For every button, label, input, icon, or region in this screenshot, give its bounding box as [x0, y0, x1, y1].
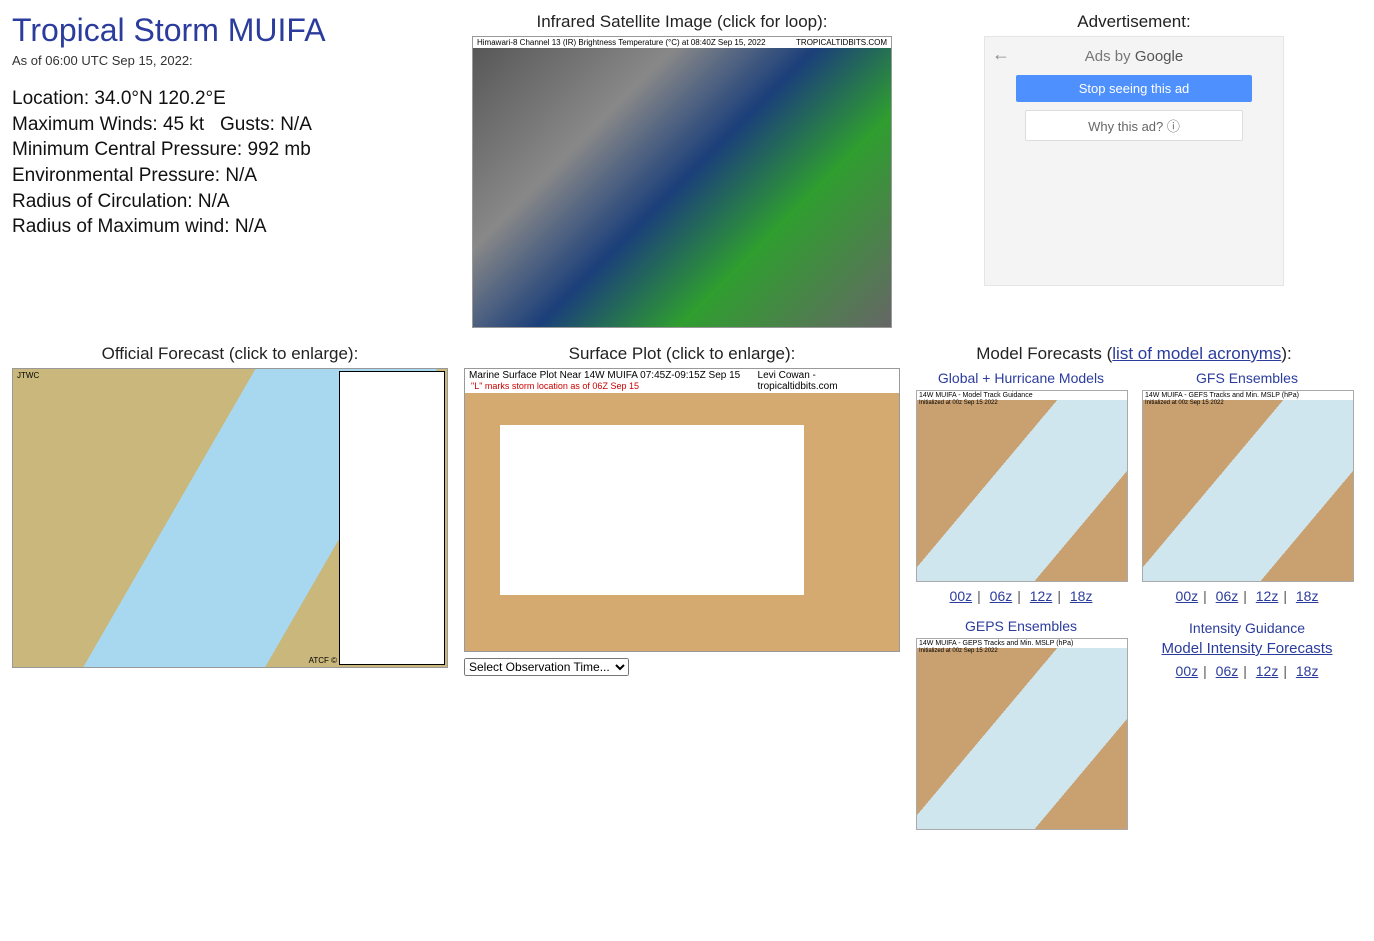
global-models-image[interactable]: 14W MUIFA - Model Track Guidance Initial… [916, 390, 1128, 582]
mf-suffix: ): [1281, 344, 1291, 363]
surface-sea [500, 425, 804, 594]
location-label: Location: [12, 88, 89, 109]
model-acronyms-link[interactable]: list of model acronyms [1112, 344, 1281, 363]
mincp-label: Minimum Central Pressure: [12, 139, 242, 160]
mf-prefix: Model Forecasts ( [976, 344, 1112, 363]
surface-sub: "L" marks storm location as of 06Z Sep 1… [469, 381, 641, 391]
surface-plot-image[interactable]: Marine Surface Plot Near 14W MUIFA 07:45… [464, 368, 900, 652]
rmw-value: N/A [235, 216, 267, 237]
gfs-run-00z[interactable]: 00z [1176, 588, 1199, 604]
intensity-run-12z[interactable]: 12z [1256, 663, 1279, 679]
page-title: Tropical Storm MUIFA [12, 12, 448, 49]
gfs-cap: 14W MUIFA - GEFS Tracks and Min. MSLP (h… [1145, 392, 1299, 399]
ad-header-brand: Google [1135, 48, 1183, 65]
global-models-title: Global + Hurricane Models [916, 370, 1126, 386]
roc-value: N/A [198, 191, 230, 212]
stop-seeing-ad-button[interactable]: Stop seeing this ad [1016, 75, 1252, 102]
intensity-run-06z[interactable]: 06z [1216, 663, 1239, 679]
storm-info-panel: Tropical Storm MUIFA As of 06:00 UTC Sep… [12, 12, 448, 328]
surface-caption-right: Levi Cowan - tropicaltidbits.com [758, 370, 895, 392]
global-run-06z[interactable]: 06z [990, 588, 1013, 604]
stats-block: Location: 34.0°N 120.2°E Maximum Winds: … [12, 86, 448, 240]
satellite-panel: Infrared Satellite Image (click for loop… [464, 12, 900, 328]
gfs-run-12z[interactable]: 12z [1256, 588, 1279, 604]
intensity-run-00z[interactable]: 00z [1176, 663, 1199, 679]
gfs-ensembles-image[interactable]: 14W MUIFA - GEFS Tracks and Min. MSLP (h… [1142, 390, 1354, 582]
maxwind-value: 45 kt [163, 114, 204, 135]
gfs-runs: 00z| 06z| 12z| 18z [1142, 588, 1352, 604]
global-cap: 14W MUIFA - Model Track Guidance [919, 392, 1033, 399]
gfs-run-06z[interactable]: 06z [1216, 588, 1239, 604]
ad-header: Ads by Google [984, 36, 1284, 65]
gfs-cap-sub: Initialized at 00z Sep 15 2022 [1145, 400, 1224, 406]
satellite-caption: Himawari-8 Channel 13 (IR) Brightness Te… [477, 38, 766, 47]
roc-label: Radius of Circulation: [12, 191, 193, 212]
official-forecast-panel: Official Forecast (click to enlarge): JT… [12, 344, 448, 830]
gusts-label: Gusts: [220, 114, 275, 135]
model-forecasts-title: Model Forecasts (list of model acronyms)… [916, 344, 1352, 364]
satellite-title: Infrared Satellite Image (click for loop… [464, 12, 900, 32]
geps-cap: 14W MUIFA - GEPS Tracks and Min. MSLP (h… [919, 640, 1073, 647]
why-this-ad-button[interactable]: Why this ad? ⓘ [1025, 110, 1243, 141]
ad-title: Advertisement: [916, 12, 1352, 32]
jtwc-text-box [339, 371, 445, 665]
gfs-ensembles-title: GFS Ensembles [1142, 370, 1352, 386]
location-value: 34.0°N 120.2°E [94, 88, 225, 109]
global-cap-sub: Initialized at 00z Sep 15 2022 [919, 400, 998, 406]
satellite-image[interactable]: Himawari-8 Channel 13 (IR) Brightness Te… [472, 36, 892, 328]
official-forecast-title: Official Forecast (click to enlarge): [12, 344, 448, 364]
satellite-source: TROPICALTIDBITS.COM [796, 38, 887, 47]
ad-header-prefix: Ads by [1085, 48, 1135, 65]
gusts-value: N/A [280, 114, 312, 135]
intensity-run-18z[interactable]: 18z [1296, 663, 1319, 679]
envp-label: Environmental Pressure: [12, 165, 220, 186]
ad-panel: Advertisement: ← Ads by Google Stop seei… [916, 12, 1352, 328]
geps-cap-sub: Initialized at 00z Sep 15 2022 [919, 648, 998, 654]
surface-plot-panel: Surface Plot (click to enlarge): Marine … [464, 344, 900, 830]
official-src-top: JTWC [17, 371, 39, 380]
official-forecast-image[interactable]: JTWC ATCF © [12, 368, 448, 668]
rmw-label: Radius of Maximum wind: [12, 216, 230, 237]
observation-time-select[interactable]: Select Observation Time... [464, 658, 629, 676]
geps-ensembles-block: GEPS Ensembles 14W MUIFA - GEPS Tracks a… [916, 616, 1126, 830]
model-forecasts-panel: Model Forecasts (list of model acronyms)… [916, 344, 1352, 830]
intensity-runs: 00z| 06z| 12z| 18z [1142, 663, 1352, 679]
geps-ensembles-title: GEPS Ensembles [916, 618, 1126, 634]
ad-back-icon[interactable]: ← [992, 44, 1010, 65]
envp-value: N/A [225, 165, 257, 186]
global-runs: 00z| 06z| 12z| 18z [916, 588, 1126, 604]
global-run-00z[interactable]: 00z [950, 588, 973, 604]
gfs-run-18z[interactable]: 18z [1296, 588, 1319, 604]
mincp-value: 992 mb [247, 139, 310, 160]
gfs-ensembles-block: GFS Ensembles 14W MUIFA - GEFS Tracks an… [1142, 368, 1352, 616]
maxwind-label: Maximum Winds: [12, 114, 158, 135]
ad-box: ← Ads by Google Stop seeing this ad Why … [984, 36, 1284, 286]
global-run-18z[interactable]: 18z [1070, 588, 1093, 604]
as-of-timestamp: As of 06:00 UTC Sep 15, 2022: [12, 53, 448, 68]
geps-ensembles-image[interactable]: 14W MUIFA - GEPS Tracks and Min. MSLP (h… [916, 638, 1128, 830]
global-models-block: Global + Hurricane Models 14W MUIFA - Mo… [916, 368, 1126, 616]
intensity-guidance-title: Intensity Guidance [1142, 620, 1352, 636]
intensity-guidance-block: Intensity Guidance Model Intensity Forec… [1142, 616, 1352, 830]
official-src-bottom: ATCF © [309, 656, 337, 665]
model-intensity-link[interactable]: Model Intensity Forecasts [1162, 640, 1333, 657]
global-run-12z[interactable]: 12z [1030, 588, 1053, 604]
surface-plot-title: Surface Plot (click to enlarge): [464, 344, 900, 364]
